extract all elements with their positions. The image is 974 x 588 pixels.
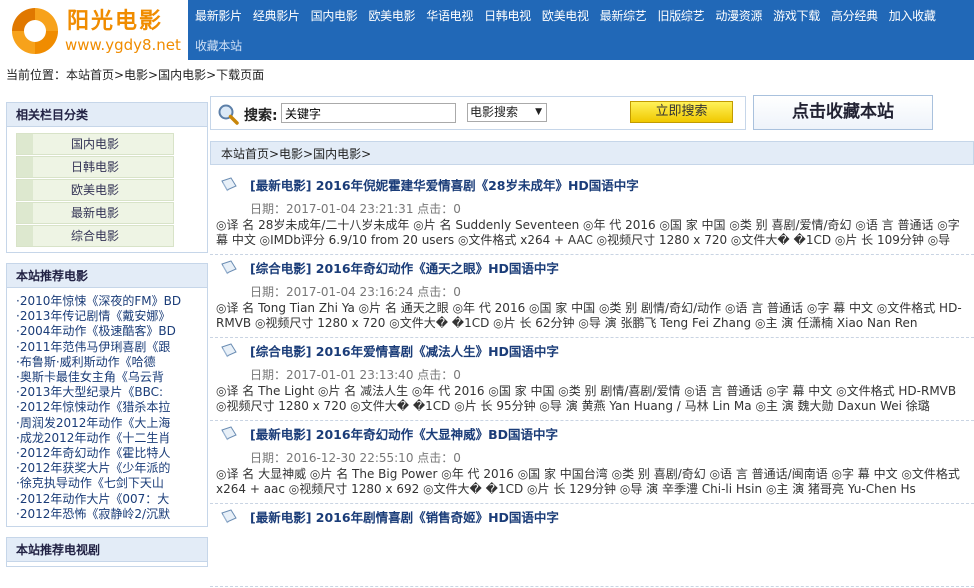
header: 阳光电影 www.ygdy8.net 最新影片 经典影片 国内电影 欧美电影 华语电视日… bbox=[0, 0, 974, 62]
category-item[interactable]: 国内电影 bbox=[16, 133, 174, 155]
recommend-item[interactable]: ·布鲁斯·威利斯动作《哈德 bbox=[16, 355, 201, 370]
movie-desc: ◎译 名 Tong Tian Zhi Ya ◎片 名 通天之眼 ◎年 代 201… bbox=[216, 301, 962, 330]
nav-link[interactable]: 高分经典 bbox=[824, 4, 882, 28]
movie-title[interactable]: [最新电影] 2016年奇幻动作《大显神威》BD国语中字 bbox=[250, 424, 558, 443]
category-item[interactable]: 最新电影 bbox=[16, 202, 174, 224]
sun-logo-icon bbox=[12, 8, 58, 54]
movie-date: 日期：2017-01-04 23:21:31 点击：0 bbox=[250, 202, 461, 216]
site-logo[interactable]: 阳光电影 www.ygdy8.net bbox=[5, 0, 188, 60]
recommend-item[interactable]: ·奥斯卡最佳女主角《乌云背 bbox=[16, 370, 201, 385]
nav-link[interactable]: 游戏下载 bbox=[766, 4, 824, 28]
recommend-title: 本站推荐电影 bbox=[7, 264, 207, 288]
category-item[interactable]: 综合电影 bbox=[16, 225, 174, 247]
document-icon bbox=[221, 177, 237, 192]
recommend-tv-title: 本站推荐电视剧 bbox=[7, 538, 207, 562]
search-button[interactable]: 立即搜索 bbox=[630, 101, 733, 123]
document-icon bbox=[221, 343, 237, 358]
movie-list: [最新电影] 2016年倪妮霍建华爱情喜剧《28岁未成年》HD国语中字日期：20… bbox=[210, 173, 974, 587]
content-breadcrumb[interactable]: 本站首页>电影>国内电影> bbox=[210, 141, 974, 165]
movie-item: [综合电影] 2016年奇幻动作《通天之眼》HD国语中字日期：2017-01-0… bbox=[210, 256, 974, 338]
category-item[interactable]: 日韩电影 bbox=[16, 156, 174, 178]
nav-link[interactable]: 国内电影 bbox=[304, 4, 362, 28]
chevron-down-icon: ▼ bbox=[535, 107, 542, 117]
bookmark-button[interactable]: 点击收藏本站 bbox=[753, 95, 933, 130]
movie-desc: ◎译 名 The Light ◎片 名 减法人生 ◎年 代 2016 ◎国 家 … bbox=[216, 384, 957, 413]
content: 本站首页>电影>国内电影> [最新电影] 2016年倪妮霍建华爱情喜剧《28岁未… bbox=[210, 141, 974, 588]
search-bar: 搜索: 电影搜索 ▼ 立即搜索 bbox=[210, 96, 746, 130]
movie-item: [最新电影] 2016年剧情喜剧《销售奇姬》HD国语中字 bbox=[210, 505, 974, 587]
main-nav: 最新影片 经典影片 国内电影 欧美电影 华语电视 日韩电视 欧美电视 最新综艺 旧版综艺 动漫资源… bbox=[188, 0, 974, 60]
sidebar: 相关栏目分类 国内电影 日韩电影 欧美电影 最新电影 综合电影 本站推荐电影 ·2010… bbox=[6, 102, 208, 577]
movie-date: 日期：2017-01-04 23:16:24 点击：0 bbox=[250, 285, 461, 299]
recommend-tv-box: 本站推荐电视剧 bbox=[6, 537, 208, 567]
nav-link[interactable]: 经典影片 bbox=[246, 4, 304, 28]
nav-link[interactable]: 最新综艺 bbox=[593, 4, 651, 28]
nav-row-2: 收藏本站 bbox=[188, 34, 246, 58]
search-type-select[interactable]: 电影搜索 ▼ bbox=[467, 103, 547, 122]
movie-desc: ◎译 名 28岁未成年/二十八岁未成年 ◎片 名 Suddenly Sevent… bbox=[216, 218, 960, 247]
nav-link[interactable]: 收藏本站 bbox=[188, 34, 246, 58]
logo-title: 阳光电影 bbox=[67, 9, 164, 34]
movie-title[interactable]: [综合电影] 2016年爱情喜剧《减法人生》HD国语中字 bbox=[250, 341, 559, 360]
movie-date: 日期：2017-01-01 23:13:40 点击：0 bbox=[250, 368, 461, 382]
recommend-item[interactable]: ·2004年动作《极速酷客》BD bbox=[16, 324, 201, 339]
category-list: 国内电影 日韩电影 欧美电影 最新电影 综合电影 bbox=[7, 127, 207, 252]
nav-link[interactable]: 欧美电视 bbox=[535, 4, 593, 28]
nav-link[interactable]: 欧美电影 bbox=[361, 4, 419, 28]
category-title: 相关栏目分类 bbox=[7, 103, 207, 127]
recommend-item[interactable]: ·2013年大型纪录片《BBC: bbox=[16, 385, 201, 400]
search-label: 搜索: bbox=[244, 108, 278, 124]
logo-url: www.ygdy8.net bbox=[65, 36, 181, 54]
category-box: 相关栏目分类 国内电影 日韩电影 欧美电影 最新电影 综合电影 bbox=[6, 102, 208, 253]
document-icon bbox=[221, 260, 237, 275]
category-item[interactable]: 欧美电影 bbox=[16, 179, 174, 201]
movie-desc bbox=[216, 550, 968, 582]
recommend-item[interactable]: ·2012年奇幻动作《霍比特人 bbox=[16, 446, 201, 461]
movie-item: [最新电影] 2016年倪妮霍建华爱情喜剧《28岁未成年》HD国语中字日期：20… bbox=[210, 173, 974, 255]
nav-link[interactable]: 华语电视 bbox=[419, 4, 477, 28]
recommend-item[interactable]: ·2012年恐怖《寂静岭2/沉默 bbox=[16, 507, 201, 522]
recommend-item[interactable]: ·2010年惊悚《深夜的FM》BD bbox=[16, 294, 201, 309]
recommend-item[interactable]: ·2012年惊悚动作《猎杀本拉 bbox=[16, 400, 201, 415]
nav-link[interactable]: 最新影片 bbox=[188, 4, 246, 28]
recommend-list: ·2010年惊悚《深夜的FM》BD ·2013年传记剧情《戴安娜》 ·2004年动作… bbox=[7, 288, 207, 526]
movie-date: 日期：2016-12-30 22:55:10 点击：0 bbox=[250, 451, 461, 465]
recommend-item[interactable]: ·成龙2012年动作《十二生肖 bbox=[16, 431, 201, 446]
search-input[interactable] bbox=[281, 103, 456, 123]
movie-desc: ◎译 名 大显神威 ◎片 名 The Big Power ◎年 代 2016 ◎… bbox=[216, 467, 960, 496]
movie-title[interactable]: [最新电影] 2016年剧情喜剧《销售奇姬》HD国语中字 bbox=[250, 507, 559, 526]
recommend-item[interactable]: ·2013年传记剧情《戴安娜》 bbox=[16, 309, 201, 324]
nav-row-1: 最新影片 经典影片 国内电影 欧美电影 华语电视 日韩电视 欧美电视 最新综艺 旧版综艺 动漫资源… bbox=[188, 4, 940, 28]
breadcrumb: 当前位置：本站首页>电影>国内电影>下载页面 bbox=[6, 68, 265, 82]
movie-title[interactable]: [最新电影] 2016年倪妮霍建华爱情喜剧《28岁未成年》HD国语中字 bbox=[250, 175, 639, 194]
recommend-item[interactable]: ·2012年动作大片《007：大 bbox=[16, 492, 201, 507]
recommend-item[interactable]: ·2012年获奖大片《少年派的 bbox=[16, 461, 201, 476]
recommend-item[interactable]: ·2011年范伟马伊琍喜剧《跟 bbox=[16, 340, 201, 355]
document-icon bbox=[221, 426, 237, 441]
recommend-item[interactable]: ·徐克执导动作《七剑下天山 bbox=[16, 476, 201, 491]
search-icon bbox=[218, 104, 239, 125]
nav-link[interactable]: 加入收藏 bbox=[882, 4, 940, 28]
movie-item: [综合电影] 2016年爱情喜剧《减法人生》HD国语中字日期：2017-01-0… bbox=[210, 339, 974, 421]
document-icon bbox=[221, 509, 237, 524]
nav-link[interactable]: 日韩电视 bbox=[477, 4, 535, 28]
nav-link[interactable]: 动漫资源 bbox=[708, 4, 766, 28]
search-type-value: 电影搜索 bbox=[470, 105, 519, 119]
recommend-box: 本站推荐电影 ·2010年惊悚《深夜的FM》BD ·2013年传记剧情《戴安娜》 ·… bbox=[6, 263, 208, 527]
nav-link[interactable]: 旧版综艺 bbox=[651, 4, 709, 28]
movie-item: [最新电影] 2016年奇幻动作《大显神威》BD国语中字日期：2016-12-3… bbox=[210, 422, 974, 504]
recommend-item[interactable]: ·周润发2012年动作《大上海 bbox=[16, 416, 201, 431]
movie-title[interactable]: [综合电影] 2016年奇幻动作《通天之眼》HD国语中字 bbox=[250, 258, 559, 277]
